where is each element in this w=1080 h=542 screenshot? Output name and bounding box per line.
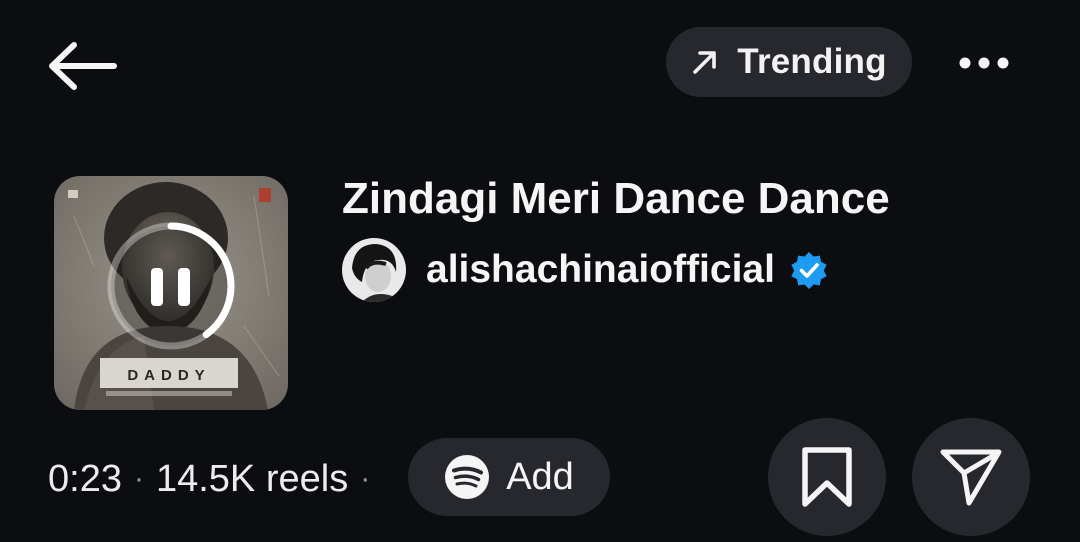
more-horizontal-icon xyxy=(959,57,1009,69)
add-to-spotify-button[interactable]: Add xyxy=(408,438,610,516)
arrow-up-right-icon xyxy=(693,51,717,74)
album-art-play-toggle[interactable]: DADDY xyxy=(54,176,288,410)
separator-dot: · xyxy=(360,462,371,495)
save-button[interactable] xyxy=(768,418,886,536)
music-page: Trending DADDY Zindagi Meri Dance Dance … xyxy=(0,0,1080,542)
separator-dot: · xyxy=(133,462,144,495)
more-options-button[interactable] xyxy=(952,38,1016,88)
trending-label: Trending xyxy=(737,42,887,81)
back-button[interactable] xyxy=(44,36,124,96)
arrow-left-icon xyxy=(49,42,117,90)
spotify-icon xyxy=(445,455,490,499)
artist-link[interactable]: alishachinaiofficial xyxy=(342,238,829,302)
artist-name: alishachinaiofficial xyxy=(426,248,775,291)
duration: 0:23 xyxy=(48,457,122,500)
share-button[interactable] xyxy=(912,418,1030,536)
artist-avatar xyxy=(342,238,406,302)
song-title: Zindagi Meri Dance Dance xyxy=(342,174,890,223)
trending-button[interactable]: Trending xyxy=(666,27,912,97)
bookmark-icon xyxy=(802,447,852,507)
album-art-text: DADDY xyxy=(127,367,210,384)
add-label: Add xyxy=(506,455,574,498)
track-meta: 0:23 · 14.5K reels · xyxy=(48,454,382,504)
album-art: DADDY xyxy=(54,176,288,410)
pause-icon xyxy=(151,268,163,306)
reels-count: 14.5K reels xyxy=(155,457,349,500)
verified-badge-icon xyxy=(791,252,827,289)
send-icon xyxy=(940,449,1002,506)
